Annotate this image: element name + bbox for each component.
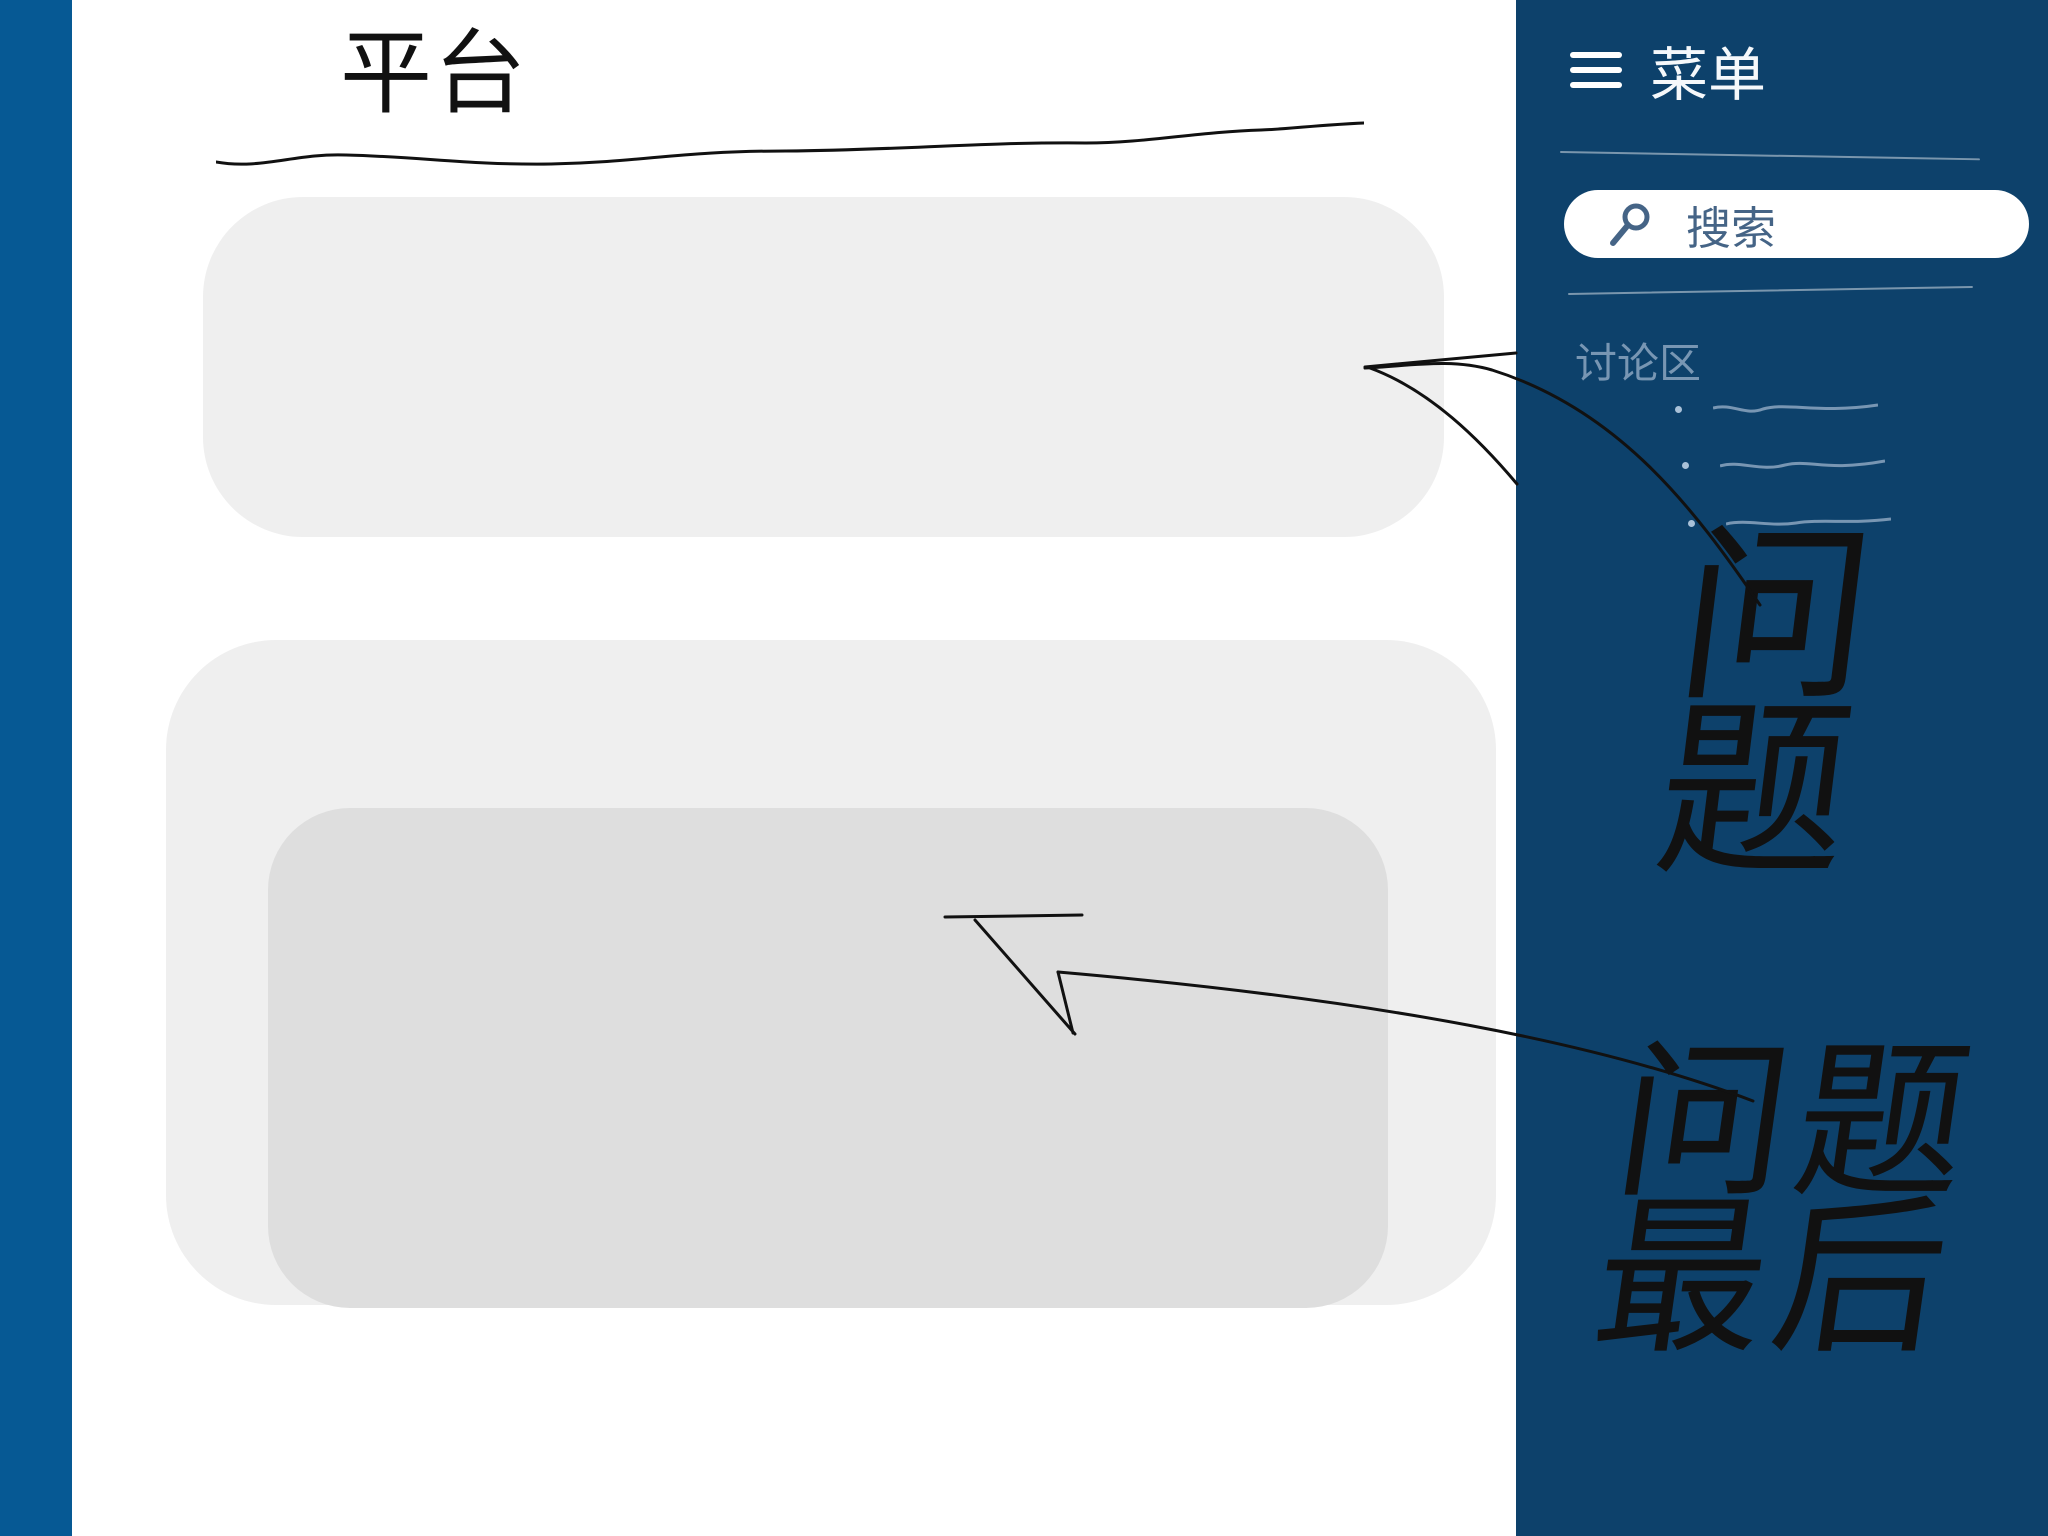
search-icon [1610, 203, 1650, 246]
annotation-upper: 问题 [1645, 506, 1893, 902]
recent-item[interactable] [1675, 398, 1885, 422]
recent-item[interactable] [1682, 454, 1892, 478]
list-bullet-icon [1682, 462, 1689, 469]
menu-icon [1570, 46, 1622, 94]
list-bullet-icon [1675, 406, 1682, 413]
sidebar-menu-label: 菜单 [1650, 41, 1767, 109]
page-title: 平台 [340, 20, 529, 127]
sidebar-search-input[interactable]: 搜索 [1564, 190, 2029, 258]
content-card-inner [268, 808, 1388, 1308]
sidebar-menu[interactable]: 菜单 [1570, 30, 1766, 110]
sketch-page: 平台 菜单 搜索 讨论区 问题 问题 最后 [0, 0, 2048, 1536]
content-card-top [203, 197, 1444, 537]
annotation-lower: 问题 最后 [1583, 1024, 1989, 1379]
placeholder-line [1713, 403, 1878, 413]
recent-section-label: 讨论区 [1575, 339, 1702, 388]
header-underline [216, 121, 1364, 166]
search-placeholder: 搜索 [1686, 201, 1777, 255]
placeholder-line [1720, 459, 1885, 469]
left-blue-bar [0, 0, 72, 1536]
